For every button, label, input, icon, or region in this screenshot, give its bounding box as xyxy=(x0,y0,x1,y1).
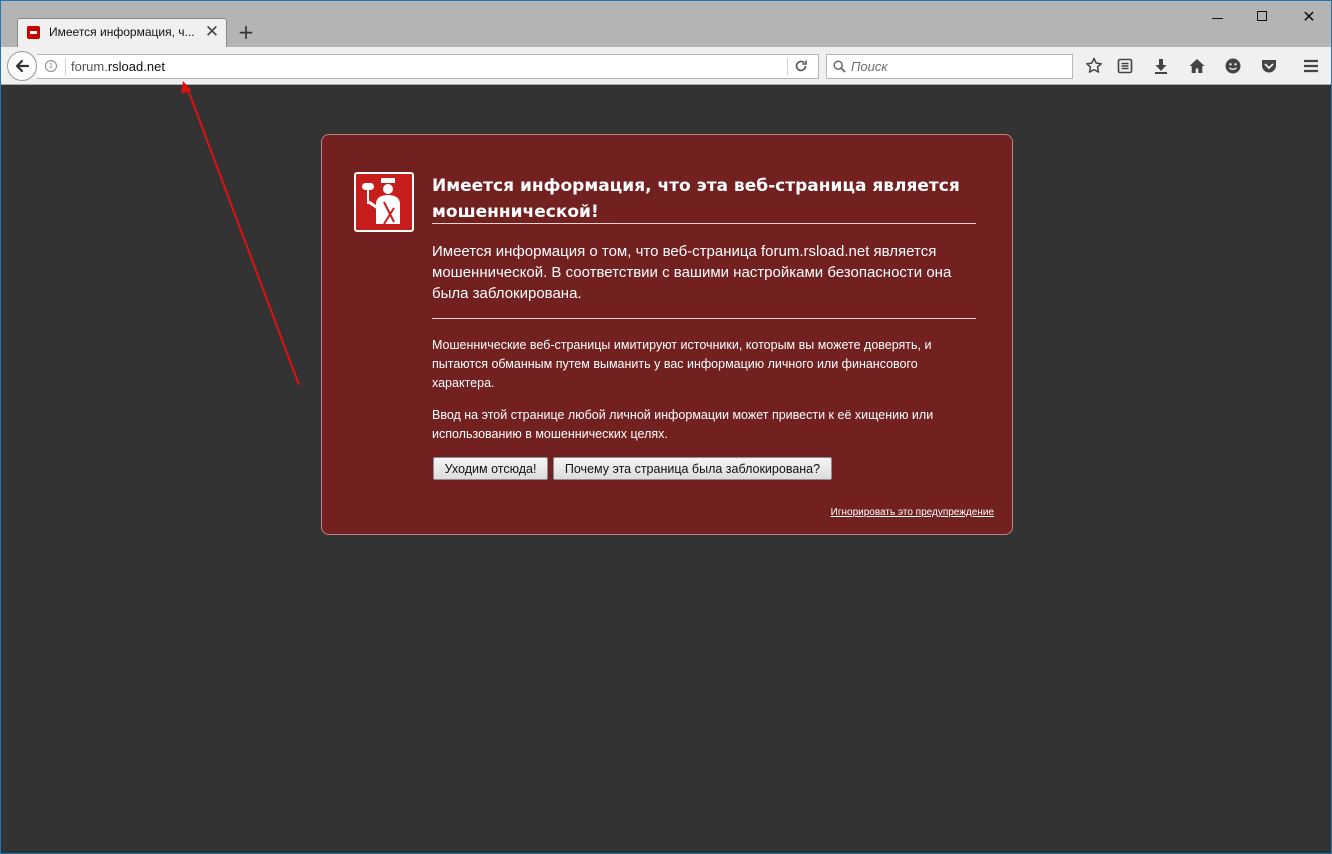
annotation-arrow xyxy=(181,81,300,386)
browser-window: Имеется информация, ч... ✕ + ✕ i forum.r… xyxy=(0,0,1332,854)
